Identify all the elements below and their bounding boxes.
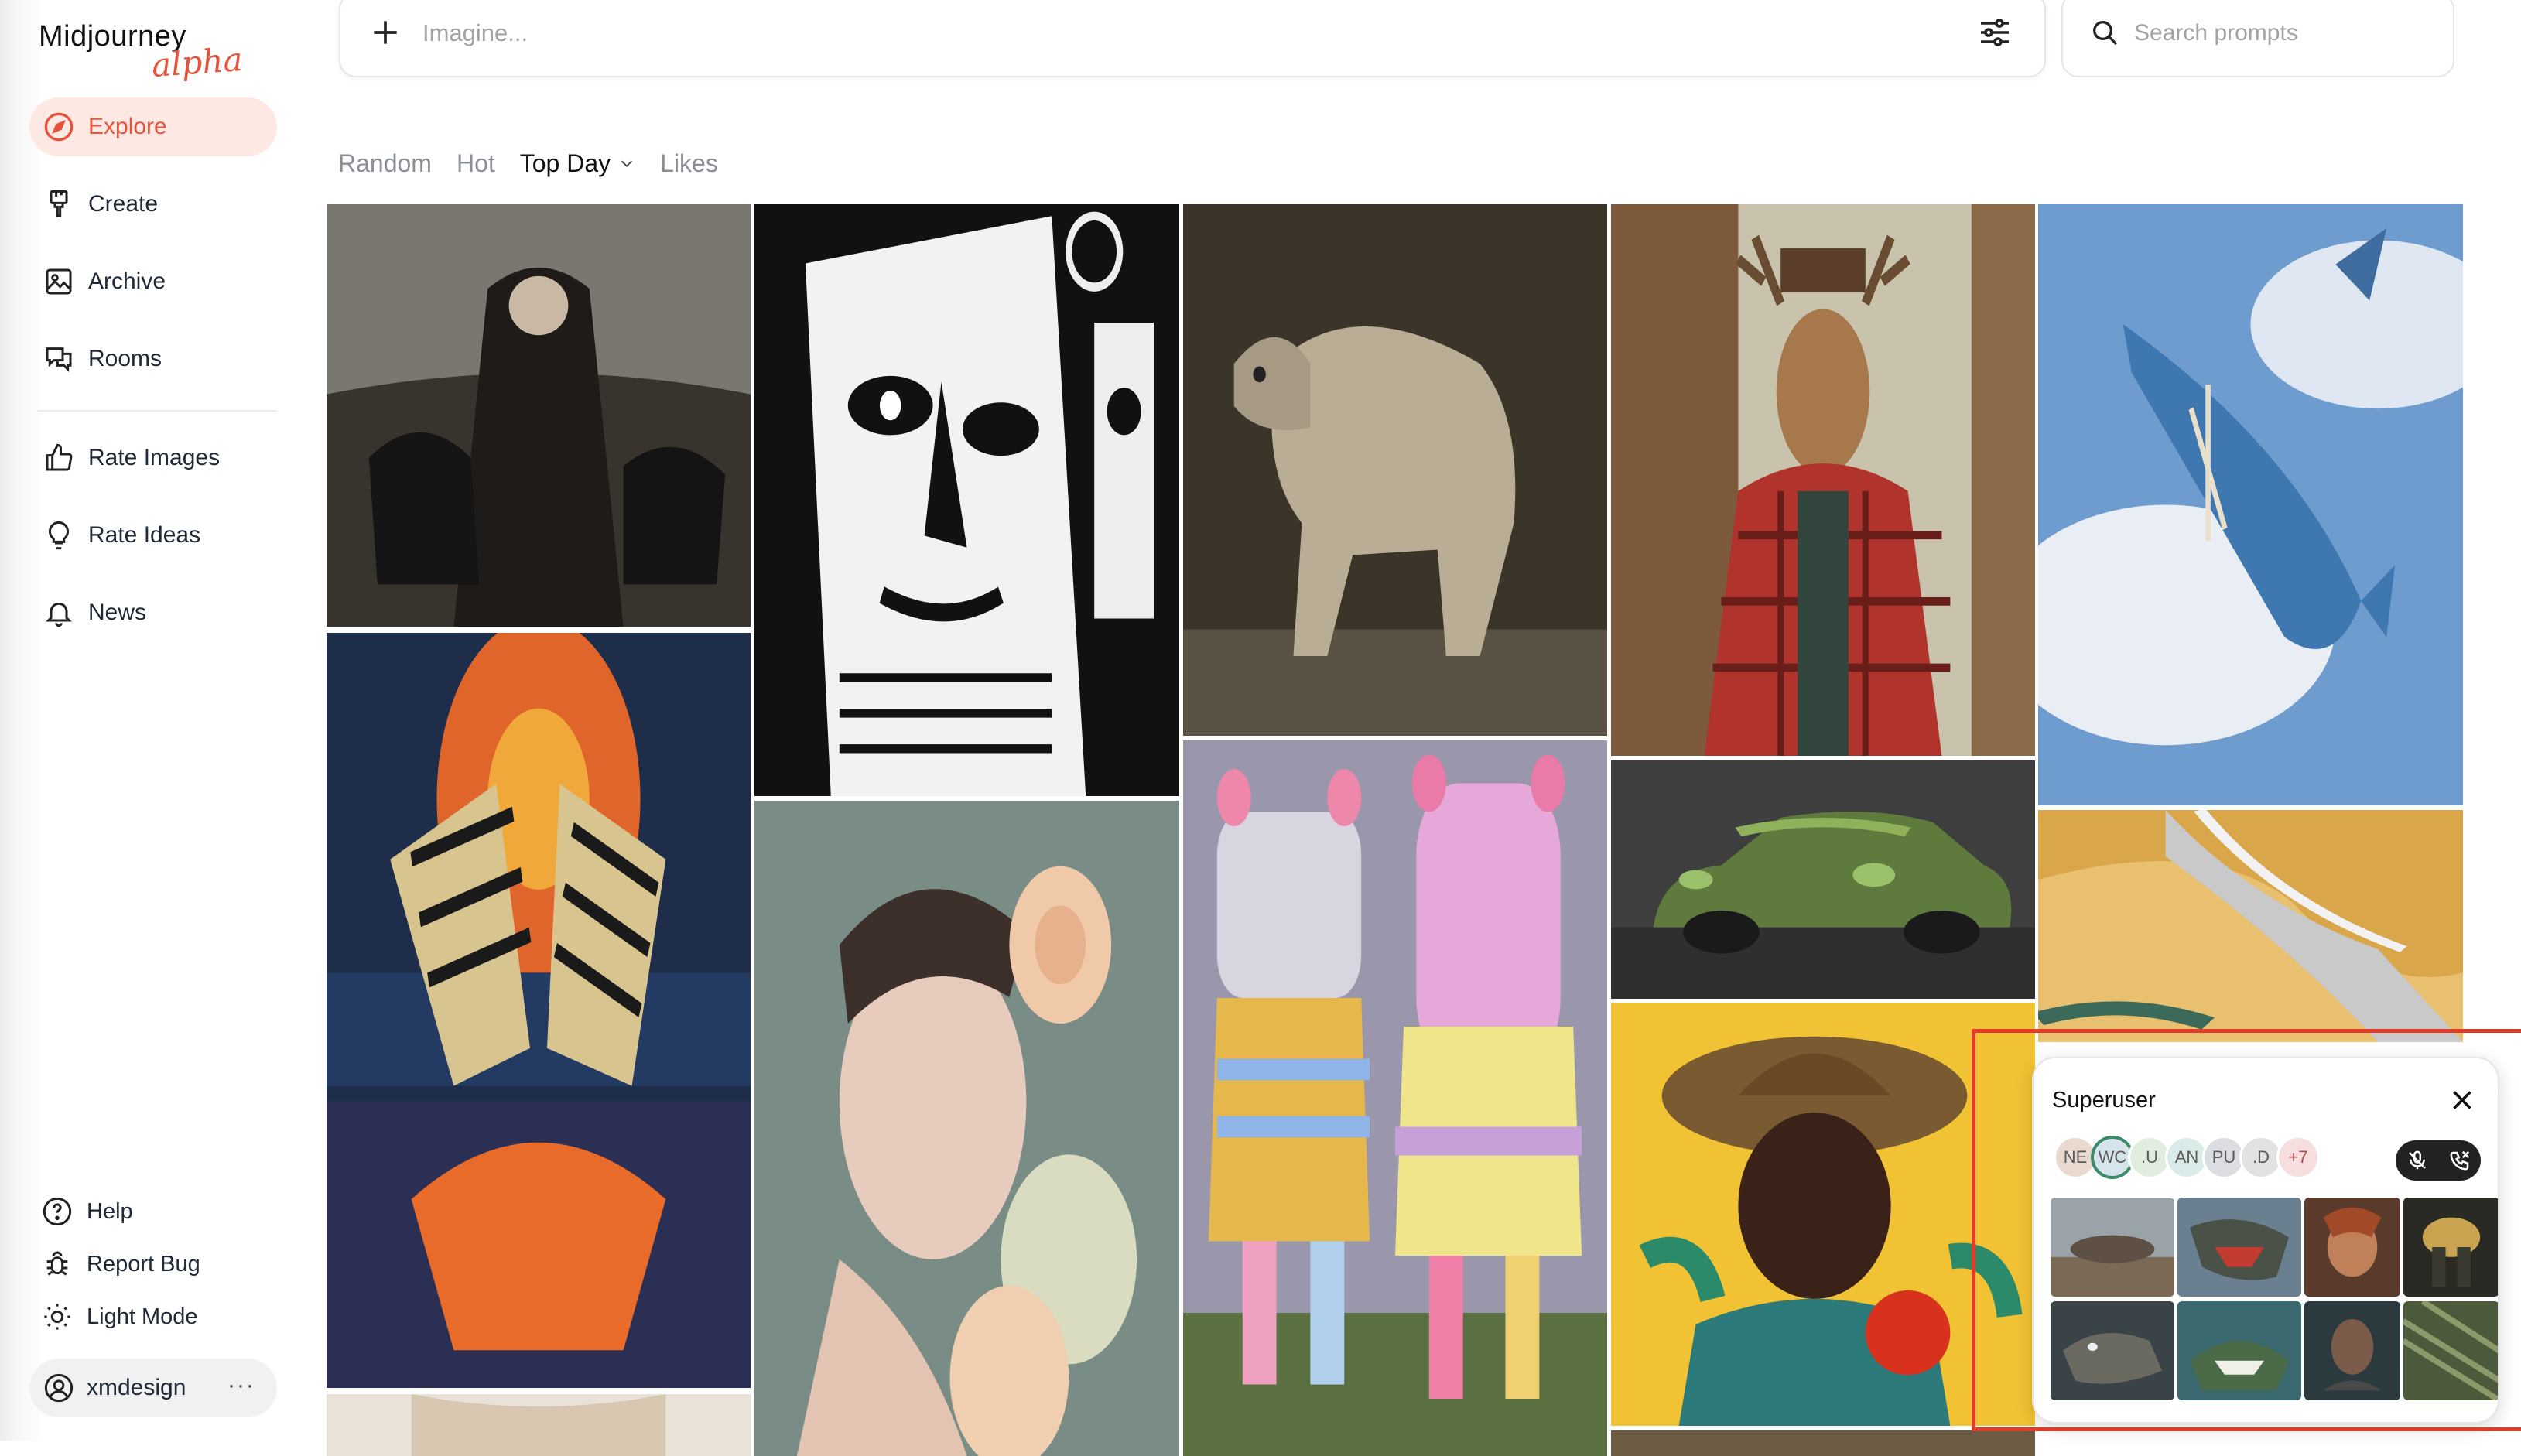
question-icon	[40, 1195, 74, 1229]
sidebar-item-label: Rooms	[88, 346, 162, 371]
search-prompts-input[interactable]	[2133, 11, 2430, 56]
sidebar-light-mode[interactable]: Light Mode	[29, 1294, 277, 1340]
room-thumbnail[interactable]	[2051, 1198, 2174, 1297]
room-thumbnail[interactable]	[2304, 1301, 2400, 1400]
member-initials: NE	[2063, 1147, 2088, 1167]
sidebar: Midjourney alpha Explore Create Archive …	[0, 0, 294, 1441]
mic-off-icon[interactable]	[2406, 1149, 2429, 1172]
more-members-badge[interactable]: +7	[2276, 1136, 2320, 1179]
chat-bubbles-icon	[42, 342, 76, 376]
sidebar-item-label: Archive	[88, 268, 166, 294]
user-icon	[42, 1371, 76, 1405]
plus-icon[interactable]	[368, 15, 402, 50]
search-icon	[2093, 21, 2118, 46]
tab-likes[interactable]: Likes	[660, 149, 718, 178]
gallery-image[interactable]	[1183, 204, 1607, 736]
imagine-bar	[339, 0, 2046, 77]
room-members: NE WC .U AN PU .D +7	[2054, 1136, 2320, 1182]
more-options-icon[interactable]: ···	[227, 1372, 255, 1399]
image-icon	[42, 265, 76, 299]
midjourney-logo[interactable]: Midjourney alpha	[39, 20, 248, 85]
sidebar-item-rate-images[interactable]: Rate Images	[29, 429, 277, 487]
member-initials: .U	[2141, 1147, 2158, 1167]
search-bar	[2061, 0, 2454, 77]
logo-alpha-text: alpha	[150, 39, 245, 85]
sidebar-item-archive[interactable]: Archive	[29, 252, 277, 311]
room-thumbnail[interactable]	[2403, 1301, 2498, 1400]
sidebar-help[interactable]: Help	[29, 1188, 277, 1235]
gallery-image[interactable]	[1183, 740, 1607, 1456]
room-thumbnail[interactable]	[2177, 1301, 2301, 1400]
light-mode-label: Light Mode	[87, 1304, 198, 1329]
gallery-image[interactable]	[327, 1394, 751, 1456]
sidebar-item-label: Rate Images	[88, 445, 221, 470]
member-initials: WC	[2098, 1147, 2127, 1167]
report-bug-label: Report Bug	[87, 1251, 200, 1277]
tab-top-day-label: Top Day	[519, 149, 611, 177]
compass-icon	[42, 110, 76, 144]
lightbulb-icon	[42, 518, 76, 552]
imagine-input[interactable]	[421, 11, 1894, 56]
sidebar-item-label: Rate Ideas	[88, 522, 201, 548]
leave-call-icon[interactable]	[2448, 1149, 2471, 1172]
gallery-image[interactable]	[2038, 204, 2463, 805]
sidebar-item-explore[interactable]: Explore	[29, 97, 277, 156]
gallery-image[interactable]	[327, 204, 751, 627]
sidebar-item-label: Explore	[88, 114, 167, 139]
sidebar-item-label: News	[88, 600, 147, 625]
gallery-image[interactable]	[1611, 1003, 2035, 1426]
room-panel: Superuser NE WC .U AN PU .D +7	[2032, 1057, 2499, 1424]
gallery-image[interactable]	[754, 204, 1179, 796]
tab-random[interactable]: Random	[338, 149, 432, 178]
chevron-down-icon	[621, 160, 633, 167]
username: xmdesign	[87, 1375, 186, 1400]
feed-tabs: Random Hot Top Day Likes	[338, 144, 743, 183]
sidebar-divider	[37, 410, 277, 412]
help-label: Help	[87, 1198, 133, 1224]
gallery-image[interactable]	[1611, 204, 2035, 756]
room-thumbnail[interactable]	[2177, 1198, 2301, 1297]
sidebar-item-rooms[interactable]: Rooms	[29, 330, 277, 388]
tab-hot[interactable]: Hot	[457, 149, 495, 178]
gallery-image[interactable]	[1611, 760, 2035, 999]
gallery-image[interactable]	[1611, 1430, 2035, 1456]
room-title: Superuser	[2052, 1088, 2156, 1113]
sidebar-item-create[interactable]: Create	[29, 175, 277, 234]
tab-top-day[interactable]: Top Day	[520, 149, 635, 178]
room-image-grid	[2051, 1198, 2498, 1414]
close-icon[interactable]	[2448, 1086, 2476, 1114]
sidebar-item-rate-ideas[interactable]: Rate Ideas	[29, 506, 277, 565]
paintbrush-icon	[42, 187, 76, 221]
bug-icon	[40, 1247, 74, 1281]
user-account-button[interactable]: xmdesign ···	[29, 1359, 277, 1417]
member-initials: .D	[2252, 1147, 2270, 1167]
call-controls	[2396, 1140, 2481, 1181]
room-thumbnail[interactable]	[2403, 1198, 2498, 1297]
thumbs-up-icon	[42, 441, 76, 475]
bell-icon	[42, 596, 76, 630]
member-initials: PU	[2211, 1147, 2236, 1167]
settings-sliders-icon[interactable]	[1976, 14, 2013, 51]
sidebar-item-label: Create	[88, 191, 159, 217]
sun-icon	[40, 1300, 74, 1334]
sidebar-report-bug[interactable]: Report Bug	[29, 1241, 277, 1287]
member-initials: +7	[2288, 1147, 2308, 1167]
gallery-image[interactable]	[327, 633, 751, 1388]
member-initials: AN	[2174, 1147, 2199, 1167]
sidebar-item-news[interactable]: News	[29, 583, 277, 642]
gallery-image[interactable]	[2038, 810, 2463, 1042]
gallery-image[interactable]	[754, 801, 1179, 1456]
room-thumbnail[interactable]	[2304, 1198, 2400, 1297]
room-thumbnail[interactable]	[2051, 1301, 2174, 1400]
